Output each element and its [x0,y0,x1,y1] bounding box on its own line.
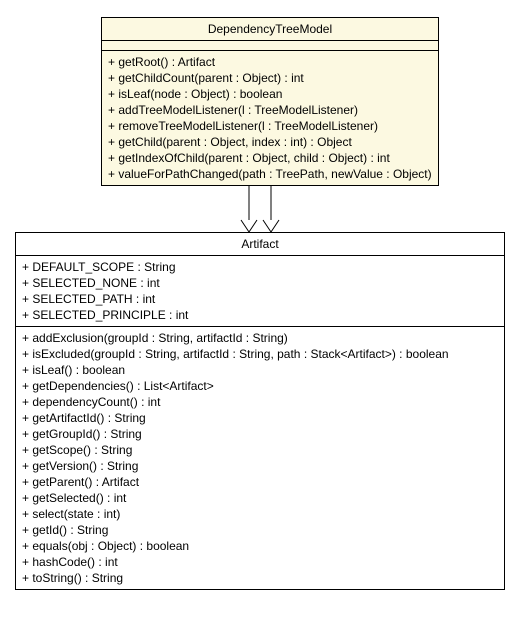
method: + select(state : int) [22,506,498,522]
method: + getIndexOfChild(parent : Object, child… [108,150,432,166]
uml-class-dependencytreemodel: DependencyTreeModel + getRoot() : Artifa… [101,17,439,186]
method: + getChildCount(parent : Object) : int [108,70,432,86]
fields-compartment-empty [102,41,438,51]
method: + hashCode() : int [22,554,498,570]
dependency-arrows [230,185,290,235]
field: + SELECTED_NONE : int [22,275,498,291]
method: + getDependencies() : List<Artifact> [22,378,498,394]
method: + addTreeModelListener(l : TreeModelList… [108,102,432,118]
method: + toString() : String [22,570,498,586]
methods-compartment: + getRoot() : Artifact + getChildCount(p… [102,51,438,185]
class-title: Artifact [16,233,504,256]
method: + getArtifactId() : String [22,410,498,426]
method: + isLeaf() : boolean [22,362,498,378]
method: + getSelected() : int [22,490,498,506]
methods-compartment: + addExclusion(groupId : String, artifac… [16,327,504,589]
method: + valueForPathChanged(path : TreePath, n… [108,166,432,182]
field: + DEFAULT_SCOPE : String [22,259,498,275]
class-title: DependencyTreeModel [102,18,438,41]
method: + getVersion() : String [22,458,498,474]
method: + removeTreeModelListener(l : TreeModelL… [108,118,432,134]
method: + getRoot() : Artifact [108,54,432,70]
uml-class-artifact: Artifact + DEFAULT_SCOPE : String + SELE… [15,232,505,590]
method: + getChild(parent : Object, index : int)… [108,134,432,150]
method: + equals(obj : Object) : boolean [22,538,498,554]
fields-compartment: + DEFAULT_SCOPE : String + SELECTED_NONE… [16,256,504,327]
method: + dependencyCount() : int [22,394,498,410]
method: + isLeaf(node : Object) : boolean [108,86,432,102]
method: + getId() : String [22,522,498,538]
method: + getScope() : String [22,442,498,458]
field: + SELECTED_PATH : int [22,291,498,307]
method: + isExcluded(groupId : String, artifactI… [22,346,498,362]
method: + getParent() : Artifact [22,474,498,490]
field: + SELECTED_PRINCIPLE : int [22,307,498,323]
method: + getGroupId() : String [22,426,498,442]
method: + addExclusion(groupId : String, artifac… [22,330,498,346]
